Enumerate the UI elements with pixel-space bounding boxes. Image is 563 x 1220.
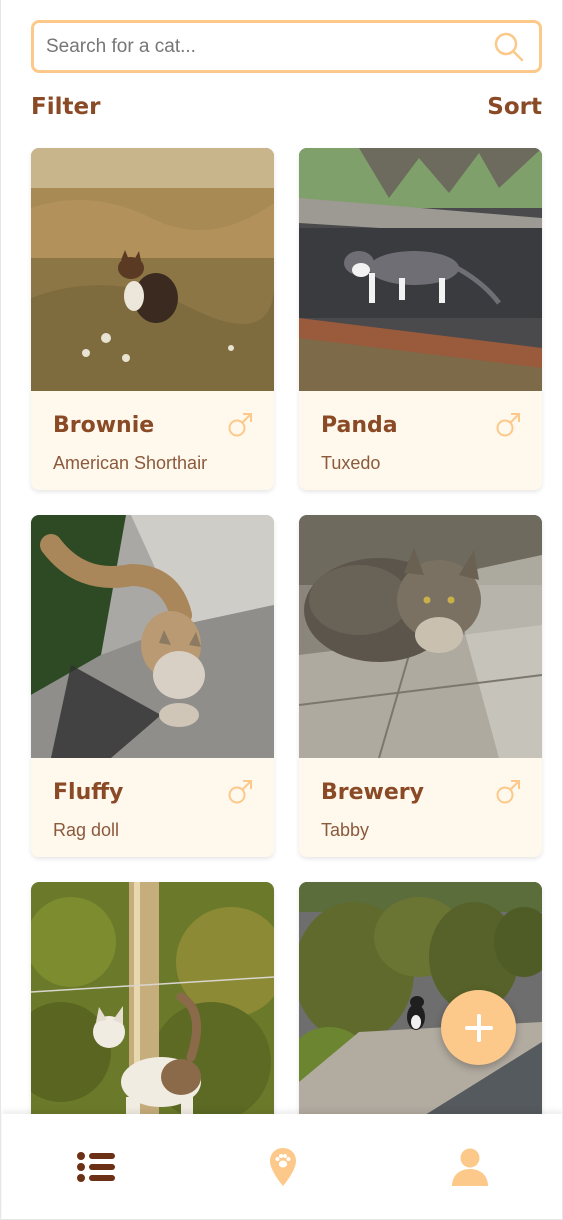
list-icon xyxy=(76,1151,115,1182)
cat-card-info: Panda Tuxedo xyxy=(299,391,542,490)
plus-icon xyxy=(464,1013,493,1042)
cat-card[interactable]: Fluffy Rag doll xyxy=(31,515,274,857)
cat-card[interactable]: Brewery Tabby xyxy=(299,515,542,857)
cat-breed: Tabby xyxy=(321,820,370,840)
nav-profile[interactable] xyxy=(376,1114,562,1219)
nav-map[interactable] xyxy=(189,1114,376,1219)
search-bar xyxy=(31,20,542,73)
cat-card-info: Fluffy Rag doll xyxy=(31,758,274,857)
search-icon[interactable] xyxy=(489,27,529,67)
sort-button[interactable]: Sort xyxy=(487,94,542,120)
cat-card-info: Brewery Tabby xyxy=(299,758,542,857)
cat-card[interactable]: Brownie American Shorthair xyxy=(31,148,274,490)
cat-breed: Tuxedo xyxy=(321,453,381,473)
search-input[interactable] xyxy=(34,23,489,70)
male-icon xyxy=(494,411,522,439)
filter-button[interactable]: Filter xyxy=(31,94,100,120)
bottom-nav xyxy=(2,1114,562,1219)
user-icon xyxy=(451,1148,488,1186)
app-screen: Filter Sort Brownie xyxy=(0,0,563,1220)
male-icon xyxy=(494,778,522,806)
cat-name: Brownie xyxy=(53,413,155,438)
cat-breed: American Shorthair xyxy=(53,453,208,473)
cat-name: Brewery xyxy=(321,780,424,805)
cat-card[interactable]: Panda Tuxedo xyxy=(299,148,542,490)
cat-photo xyxy=(299,148,542,391)
cat-card-info: Brownie American Shorthair xyxy=(31,391,274,490)
cat-photo xyxy=(299,515,542,758)
male-icon xyxy=(226,411,254,439)
add-cat-button[interactable] xyxy=(441,990,516,1065)
cat-photo xyxy=(31,148,274,391)
cat-name: Fluffy xyxy=(53,780,124,805)
male-icon xyxy=(226,778,254,806)
cat-name: Panda xyxy=(321,413,398,438)
map-pin-paw-icon xyxy=(269,1147,296,1186)
cat-photo xyxy=(31,515,274,758)
filter-sort-bar: Filter Sort xyxy=(31,90,542,124)
nav-list[interactable] xyxy=(2,1114,189,1219)
cat-photo xyxy=(31,882,274,1125)
cat-breed: Rag doll xyxy=(53,820,120,840)
